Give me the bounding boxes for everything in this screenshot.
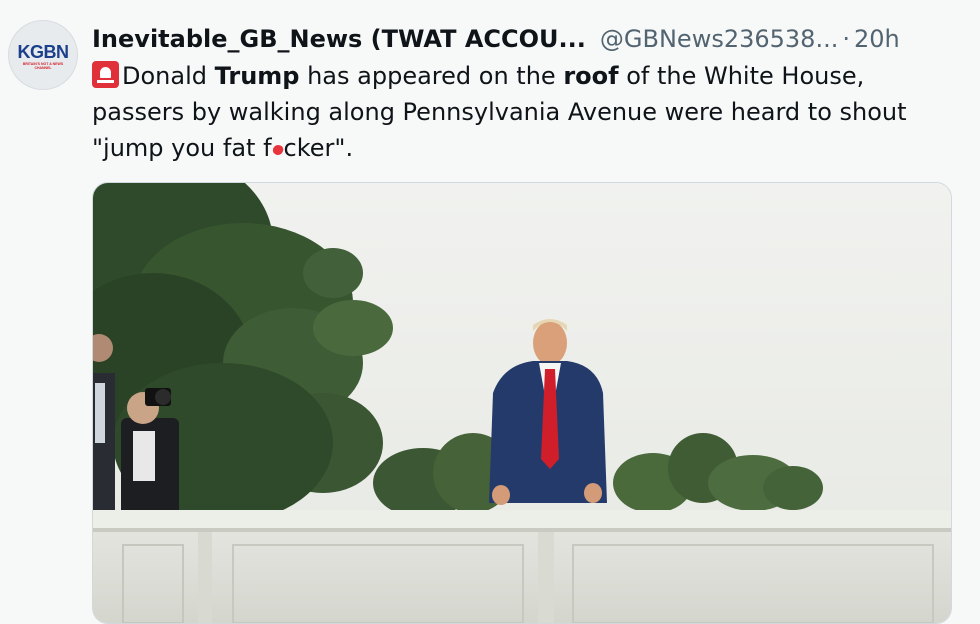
tweet-text: Donald Trump has appeared on the roof of… <box>92 58 962 166</box>
tweet[interactable]: KGBN BRITAIN'S NOT A NEWS CHANNEL Inevit… <box>0 0 980 624</box>
siren-icon <box>92 61 119 88</box>
roof-balustrade <box>93 510 951 623</box>
author-display-name[interactable]: Inevitable_GB_News (TWAT ACCOU... <box>92 25 586 53</box>
tweet-text-bold: roof <box>563 62 619 90</box>
media-photo <box>93 183 951 623</box>
tweet-text-part: Donald <box>122 62 215 90</box>
tweet-header: Inevitable_GB_News (TWAT ACCOU... @GBNew… <box>92 22 900 56</box>
tweet-text-part: has appeared on the <box>299 62 564 90</box>
author-handle[interactable]: @GBNews236538... <box>600 25 838 53</box>
avatar-logo: KGBN <box>10 42 76 63</box>
avatar-tagline: BRITAIN'S NOT A NEWS CHANNEL <box>22 62 64 70</box>
tweet-media-image[interactable] <box>92 182 952 624</box>
tweet-timestamp[interactable]: 20h <box>854 25 900 53</box>
tweet-text-bold: Trump <box>214 62 300 90</box>
avatar-logo-text: KGBN <box>17 42 70 62</box>
avatar[interactable]: KGBN BRITAIN'S NOT A NEWS CHANNEL <box>8 20 78 90</box>
redaction-mark-icon <box>272 143 284 157</box>
separator-dot: · <box>842 25 850 53</box>
tweet-text-part: cker". <box>283 134 354 162</box>
